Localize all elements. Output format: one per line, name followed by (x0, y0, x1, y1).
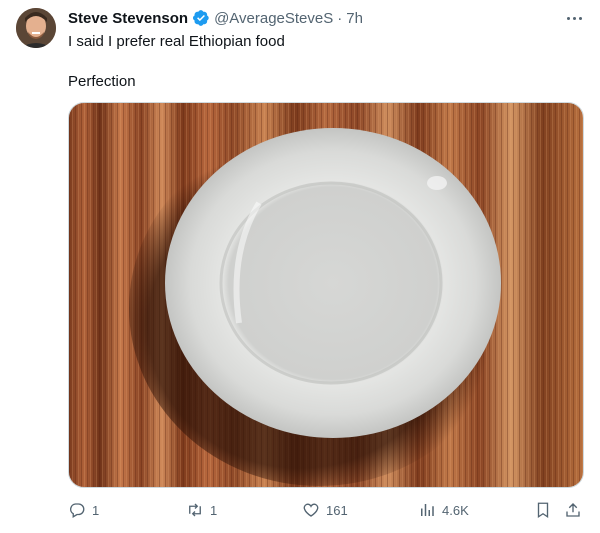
tweet-text-line: Perfection (68, 73, 136, 90)
tweet-photo[interactable] (68, 102, 584, 488)
avatar[interactable] (16, 8, 56, 48)
retweet-count: 1 (210, 502, 218, 518)
author-name[interactable]: Steve Stevenson (68, 10, 188, 27)
views-count: 4.6K (442, 502, 469, 518)
separator: · (337, 9, 343, 27)
reply-count: 1 (92, 502, 100, 518)
reply-button[interactable]: 1 (68, 501, 99, 519)
tweet[interactable]: Steve Stevenson @AverageSteveS · 7h I sa… (0, 0, 600, 533)
share-button[interactable] (564, 501, 582, 519)
retweet-button[interactable]: 1 (186, 501, 217, 519)
reply-icon (68, 501, 86, 519)
bookmark-button[interactable] (534, 501, 552, 519)
tweet-text-line: I said I prefer real Ethiopian food (68, 33, 285, 50)
like-count: 161 (326, 502, 348, 518)
timestamp[interactable]: 7h (346, 10, 363, 27)
views-button[interactable]: 4.6K (418, 501, 469, 519)
author-handle[interactable]: @AverageSteveS (214, 10, 333, 27)
bookmark-icon (534, 501, 552, 519)
like-button[interactable]: 161 (302, 501, 348, 519)
share-icon (564, 501, 582, 519)
tweet-text: I said I prefer real Ethiopian food Perf… (68, 32, 580, 92)
more-options-icon[interactable] (564, 10, 584, 26)
verified-badge-icon (192, 9, 210, 27)
plate-on-wood-image (69, 103, 583, 487)
retweet-icon (186, 501, 204, 519)
tweet-actions: 1 1 161 4.6K (68, 498, 584, 522)
heart-icon (302, 501, 320, 519)
tweet-header: Steve Stevenson @AverageSteveS · 7h (68, 8, 363, 28)
views-chart-icon (418, 501, 436, 519)
